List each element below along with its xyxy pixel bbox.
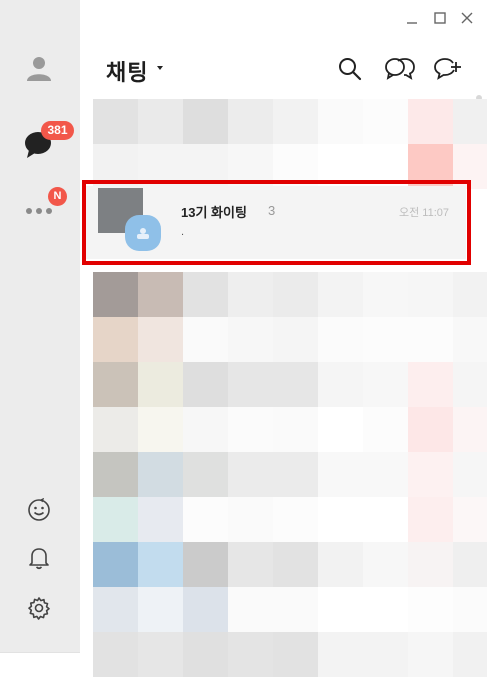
emoticon-button[interactable] [20,491,58,529]
sidebar-footer [0,652,80,673]
blurred-chat-list-bottom [93,272,487,677]
chat-last-message: . [181,226,185,238]
profile-icon [137,228,149,239]
close-button[interactable] [458,9,476,27]
notification-button[interactable] [20,539,58,577]
settings-button[interactable] [20,589,58,627]
bell-icon [29,548,49,570]
chat-timestamp: 오전 11:07 [399,207,450,219]
page-title[interactable]: 채팅 [106,55,148,87]
sidebar: 381 N [0,0,80,652]
emoticon-icon [28,498,50,521]
gear-icon [28,597,50,620]
chat-room-name: 13기 화이팅 [181,205,247,220]
maximize-icon [434,12,446,24]
minimize-button[interactable] [403,9,421,27]
search-icon [339,58,362,81]
open-chat-icon [385,58,415,80]
blurred-chat-list-top [93,99,487,189]
profile-icon [27,57,51,81]
chats-unread-badge: 381 [41,121,74,140]
close-icon [461,12,473,24]
new-chat-icon [434,58,461,80]
chevron-down-icon[interactable] [157,66,163,70]
search-button[interactable] [336,55,364,83]
avatar [125,215,161,251]
chat-member-count: 3 [268,203,276,218]
more-new-badge: N [48,187,67,206]
maximize-button[interactable] [431,9,449,27]
open-chat-button[interactable] [384,55,416,83]
profile-tab[interactable] [20,49,58,87]
more-icon [26,208,52,214]
minimize-icon [407,22,417,24]
new-chat-button[interactable] [433,55,461,83]
